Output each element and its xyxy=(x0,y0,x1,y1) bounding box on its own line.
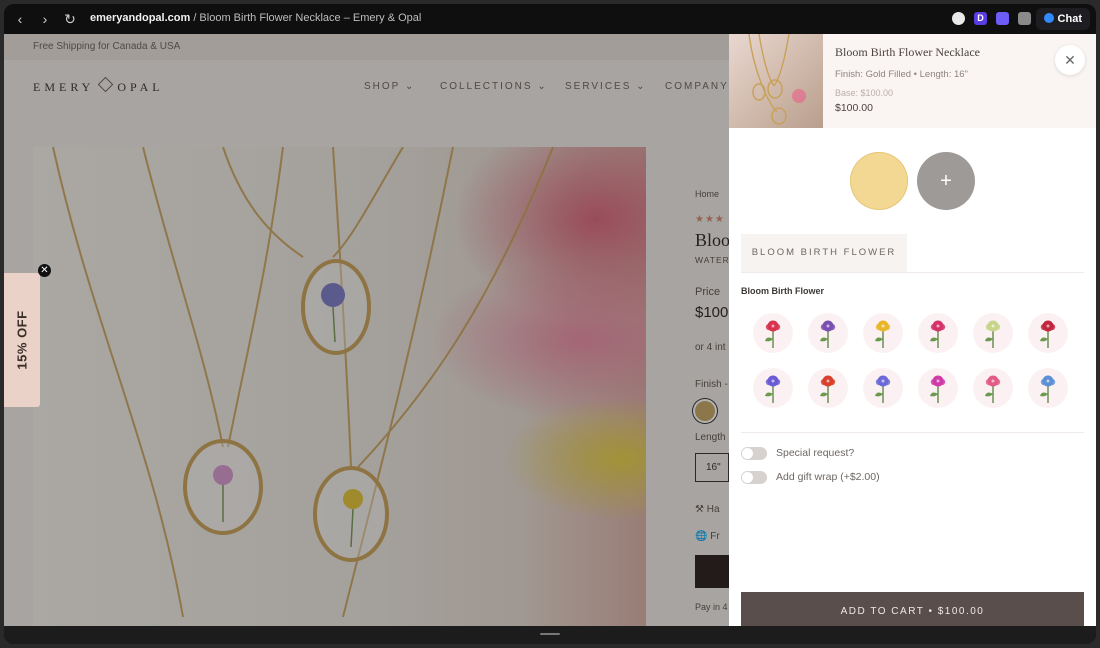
product-thumbnail xyxy=(729,34,823,128)
add-charm-button[interactable]: + xyxy=(917,152,975,210)
section-label-bloom-birth-flower: Bloom Birth Flower xyxy=(741,286,824,296)
discount-label: 15% OFF xyxy=(14,310,30,370)
forward-icon[interactable]: › xyxy=(37,11,53,27)
extension-puzzle-icon[interactable] xyxy=(996,12,1009,25)
url-domain: emeryandopal.com xyxy=(90,12,191,24)
browser-toolbar: ‹ › ↻ emeryandopal.com / Bloom Birth Flo… xyxy=(4,4,1096,34)
close-icon[interactable]: ✕ xyxy=(1055,45,1085,75)
flower-lily-of-the-valley-icon[interactable] xyxy=(973,313,1013,353)
resize-handle[interactable] xyxy=(540,633,560,635)
flower-tulip-icon[interactable] xyxy=(918,313,958,353)
extension-shield-icon[interactable] xyxy=(1018,12,1031,25)
reload-icon[interactable]: ↻ xyxy=(62,11,78,27)
extension-icon[interactable] xyxy=(952,12,965,25)
flower-peony-icon[interactable] xyxy=(973,368,1013,408)
drawer-product-name: Bloom Birth Flower Necklace xyxy=(835,45,980,59)
bottom-bar xyxy=(4,626,1096,644)
drawer-base-price: Base: $100.00 xyxy=(835,88,894,98)
drawer-finish-line: Finish: Gold Filled • Length: 16" xyxy=(835,69,968,80)
special-request-toggle[interactable] xyxy=(741,447,767,460)
flower-aster-icon[interactable] xyxy=(863,368,903,408)
tab-divider xyxy=(741,272,1084,273)
flower-violet-icon[interactable] xyxy=(808,313,848,353)
chat-button[interactable]: Chat xyxy=(1035,8,1090,30)
flower-larkspur-icon[interactable] xyxy=(753,368,793,408)
chat-label: Chat xyxy=(1057,13,1082,25)
address-bar[interactable]: emeryandopal.com / Bloom Birth Flower Ne… xyxy=(90,12,421,24)
selected-finish-swatch[interactable] xyxy=(850,152,908,210)
add-to-cart-button[interactable]: ADD TO CART • $100.00 xyxy=(741,592,1084,626)
drawer-header: Bloom Birth Flower Necklace Finish: Gold… xyxy=(729,34,1096,128)
options-divider xyxy=(741,432,1084,433)
flower-cosmos-icon[interactable] xyxy=(918,368,958,408)
discount-tab[interactable]: 15% OFF xyxy=(4,273,40,407)
gift-wrap-label: Add gift wrap (+$2.00) xyxy=(776,471,880,483)
flower-forget-me-not-icon[interactable] xyxy=(1028,368,1068,408)
gift-wrap-toggle[interactable] xyxy=(741,471,767,484)
url-path: / Bloom Birth Flower Necklace – Emery & … xyxy=(190,12,422,24)
chat-icon xyxy=(1043,13,1054,23)
flower-carnation-icon[interactable] xyxy=(753,313,793,353)
site-page: Free Shipping for Canada & USA EMERY OPAL… xyxy=(4,34,1096,626)
tab-bloom-birth-flower[interactable]: BLOOM BIRTH FLOWER xyxy=(741,234,907,272)
flower-rose-icon[interactable] xyxy=(1028,313,1068,353)
drawer-price: $100.00 xyxy=(835,102,873,114)
back-icon[interactable]: ‹ xyxy=(12,11,28,27)
thumbnail-necklace-illustration xyxy=(748,34,806,125)
discount-close-icon[interactable]: ✕ xyxy=(38,264,51,277)
page-dim-overlay[interactable] xyxy=(4,34,729,626)
special-request-label: Special request? xyxy=(776,447,855,459)
extension-d-icon[interactable]: D xyxy=(974,12,987,25)
flower-daffodil-icon[interactable] xyxy=(863,313,903,353)
flower-poppy-icon[interactable] xyxy=(808,368,848,408)
product-customizer-drawer: Bloom Birth Flower Necklace Finish: Gold… xyxy=(729,34,1096,626)
browser-window: ‹ › ↻ emeryandopal.com / Bloom Birth Flo… xyxy=(4,4,1096,644)
